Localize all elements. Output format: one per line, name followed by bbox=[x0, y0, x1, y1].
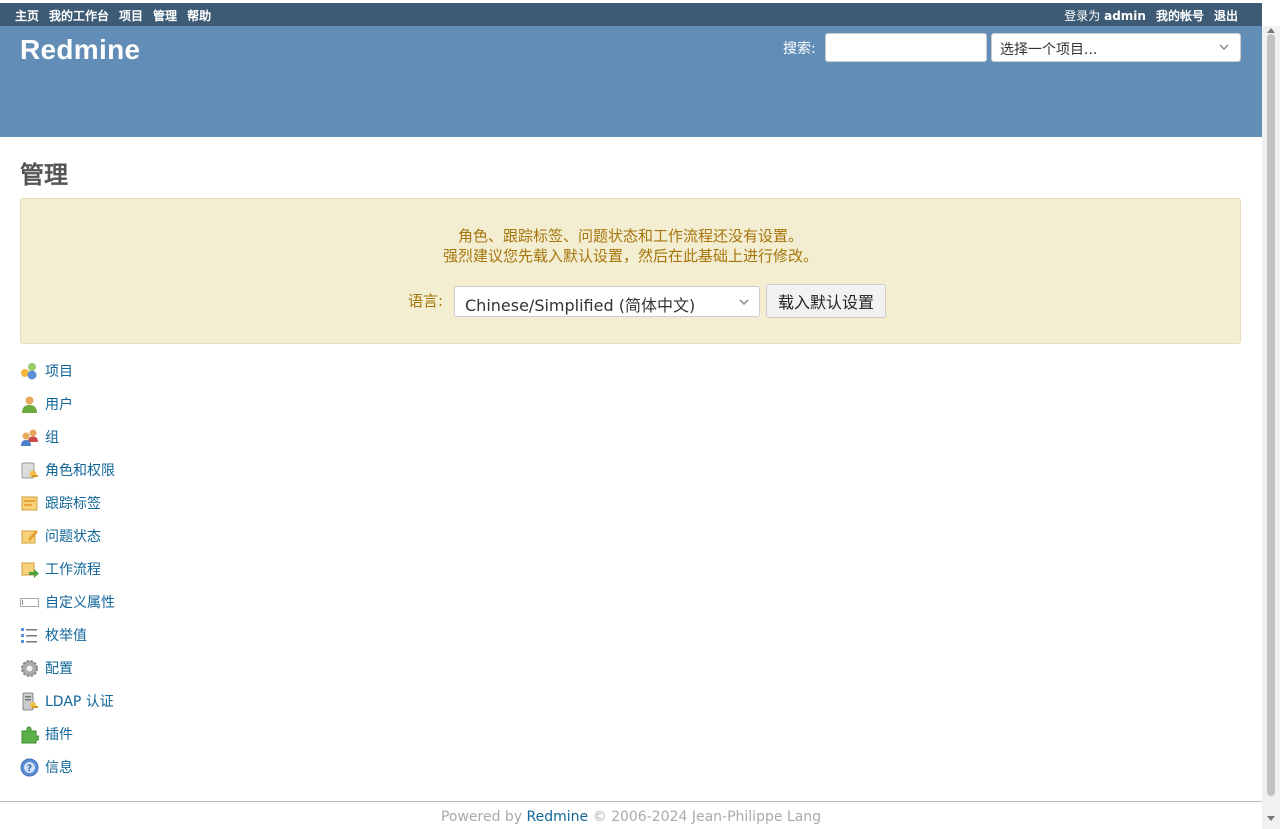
project-jump-select[interactable]: 选择一个项目... bbox=[991, 33, 1241, 62]
top-menu-my-page-link[interactable]: 我的工作台 bbox=[49, 7, 109, 24]
chevron-down-icon bbox=[739, 299, 749, 306]
top-menu: 主页 我的工作台 项目 管理 帮助 登录为 admin 我的帐号 退出 bbox=[0, 3, 1262, 26]
scroll-down-arrow-icon[interactable] bbox=[1266, 815, 1276, 823]
admin-menu-item-label: 角色和权限 bbox=[45, 463, 115, 479]
top-menu-projects-link[interactable]: 项目 bbox=[119, 7, 143, 24]
workflow-icon bbox=[21, 562, 39, 578]
user-icon bbox=[22, 396, 37, 413]
admin-menu-item-groups[interactable]: 组 bbox=[20, 427, 59, 447]
admin-menu-item-custom-fields[interactable]: 自定义属性 bbox=[20, 592, 115, 612]
top-menu-left: 主页 我的工作台 项目 管理 帮助 bbox=[15, 7, 211, 24]
roles-icon bbox=[21, 462, 38, 478]
admin-menu-item-label: 信息 bbox=[45, 760, 73, 776]
logged-as-prefix: 登录为 bbox=[1064, 9, 1101, 23]
admin-menu-item-label: LDAP 认证 bbox=[45, 694, 114, 710]
default-config-notice: 角色、跟踪标签、问题状态和工作流程还没有设置。 强烈建议您先载入默认设置，然后在… bbox=[20, 198, 1241, 344]
admin-menu-item-label: 自定义属性 bbox=[45, 595, 115, 611]
scrollbar-thumb[interactable] bbox=[1267, 34, 1275, 796]
top-menu-administration-link[interactable]: 管理 bbox=[153, 7, 177, 24]
admin-menu-item-projects[interactable]: 项目 bbox=[20, 361, 73, 381]
footer: Powered by Redmine © 2006-2024 Jean-Phil… bbox=[0, 801, 1262, 829]
load-default-config-button[interactable]: 载入默认设置 bbox=[766, 284, 886, 318]
notice-line-2: 强烈建议您先载入默认设置，然后在此基础上进行修改。 bbox=[442, 247, 818, 265]
vertical-scrollbar[interactable] bbox=[1262, 26, 1280, 829]
gear-icon bbox=[21, 659, 38, 677]
admin-menu-item-label: 配置 bbox=[45, 661, 73, 677]
admin-menu-item-issue-statuses[interactable]: 问题状态 bbox=[20, 526, 101, 546]
projects-icon bbox=[21, 362, 37, 379]
admin-menu-item-workflows[interactable]: 工作流程 bbox=[20, 559, 101, 579]
admin-menu-item-label: 项目 bbox=[45, 364, 73, 380]
admin-menu-item-label: 问题状态 bbox=[45, 529, 101, 545]
top-menu-home-link[interactable]: 主页 bbox=[15, 7, 39, 24]
admin-menu-item-settings[interactable]: 配置 bbox=[20, 658, 73, 678]
site-title[interactable]: Redmine bbox=[20, 34, 140, 66]
header: Redmine 搜索: 选择一个项目... bbox=[0, 26, 1262, 137]
issue-status-icon bbox=[21, 529, 38, 543]
top-menu-right: 登录为 admin 我的帐号 退出 bbox=[1064, 7, 1238, 24]
custom-field-icon bbox=[20, 597, 39, 607]
plugin-icon bbox=[21, 726, 39, 743]
server-key-icon bbox=[22, 692, 38, 710]
admin-menu-item-ldap[interactable]: LDAP 认证 bbox=[20, 691, 114, 711]
admin-menu-item-users[interactable]: 用户 bbox=[20, 394, 73, 414]
content: 管理 角色、跟踪标签、问题状态和工作流程还没有设置。 强烈建议您先载入默认设置，… bbox=[0, 137, 1262, 801]
scroll-up-arrow-icon[interactable] bbox=[1266, 26, 1276, 34]
admin-menu-item-enumerations[interactable]: 枚举值 bbox=[20, 625, 87, 645]
admin-menu-item-trackers[interactable]: 跟踪标签 bbox=[20, 493, 101, 513]
top-menu-help-link[interactable]: 帮助 bbox=[187, 7, 211, 24]
admin-menu-item-info[interactable]: ? 信息 bbox=[20, 757, 73, 777]
footer-redmine-link[interactable]: Redmine bbox=[527, 809, 589, 825]
admin-menu-item-label: 工作流程 bbox=[45, 562, 101, 578]
language-select-value: Chinese/Simplified (简体中文) bbox=[465, 296, 696, 315]
logout-link[interactable]: 退出 bbox=[1214, 7, 1238, 24]
footer-powered-by: Powered by bbox=[440, 809, 523, 825]
notice-line-1: 角色、跟踪标签、问题状态和工作流程还没有设置。 bbox=[457, 227, 803, 245]
admin-menu-item-label: 枚举值 bbox=[45, 628, 87, 644]
admin-menu-item-label: 插件 bbox=[45, 727, 73, 743]
logged-as: 登录为 admin bbox=[1064, 7, 1146, 24]
tracker-icon bbox=[21, 496, 38, 510]
admin-menu-item-plugins[interactable]: 插件 bbox=[20, 724, 73, 744]
admin-menu-item-label: 跟踪标签 bbox=[45, 496, 101, 512]
search-label: 搜索: bbox=[783, 41, 816, 57]
language-select[interactable]: Chinese/Simplified (简体中文) bbox=[454, 286, 760, 317]
group-icon bbox=[21, 429, 38, 446]
list-icon bbox=[21, 627, 37, 643]
svg-text:?: ? bbox=[27, 764, 32, 774]
language-label: 语言: bbox=[408, 292, 444, 310]
footer-copyright: © 2006-2024 Jean-Philippe Lang bbox=[592, 809, 822, 825]
page-title: 管理 bbox=[20, 161, 68, 189]
logged-as-user-link[interactable]: admin bbox=[1104, 9, 1146, 23]
admin-menu-item-label: 组 bbox=[45, 430, 59, 446]
search-input[interactable] bbox=[825, 33, 987, 62]
my-account-link[interactable]: 我的帐号 bbox=[1156, 7, 1204, 24]
admin-menu-item-label: 用户 bbox=[45, 397, 73, 413]
admin-menu-item-roles[interactable]: 角色和权限 bbox=[20, 460, 115, 480]
project-jump-select-value: 选择一个项目... bbox=[1000, 42, 1098, 58]
chevron-down-icon bbox=[1219, 44, 1229, 51]
help-icon: ? bbox=[20, 758, 39, 776]
